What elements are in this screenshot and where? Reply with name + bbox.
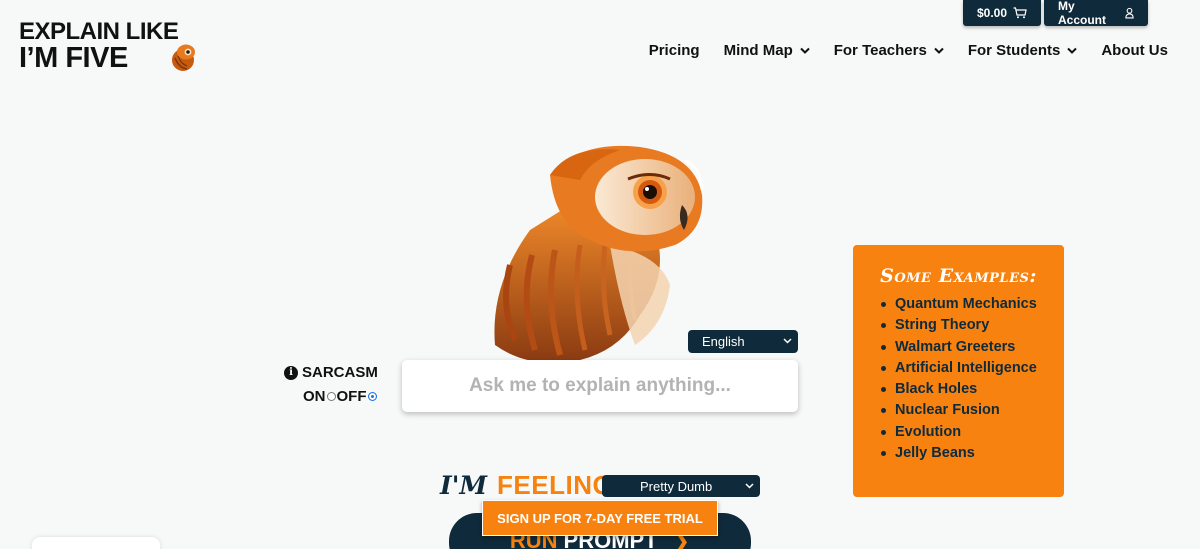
- example-item[interactable]: Evolution: [881, 422, 1048, 443]
- chevron-down-icon: [783, 338, 792, 344]
- chevron-down-icon: [1067, 47, 1078, 54]
- chevron-down-icon: [934, 47, 944, 54]
- cart-icon: [1013, 7, 1027, 19]
- info-icon[interactable]: i: [284, 365, 298, 380]
- example-item[interactable]: Black Holes: [881, 379, 1048, 400]
- sarcasm-on-label: ON: [303, 388, 326, 405]
- sarcasm-on-radio[interactable]: [326, 392, 336, 401]
- account-bar: $0.00 My Account: [963, 0, 1148, 27]
- signup-trial-button[interactable]: SIGN UP FOR 7-DAY FREE TRIAL: [482, 500, 718, 536]
- signup-label: SIGN UP FOR 7-DAY FREE TRIAL: [497, 510, 703, 526]
- owl-mascot-image: [494, 145, 704, 363]
- chevron-down-icon: [800, 47, 810, 54]
- examples-list: Quantum Mechanics String Theory Walmart …: [869, 294, 1048, 464]
- feeling-select[interactable]: Pretty Dumb: [602, 475, 760, 497]
- my-account-button[interactable]: My Account: [1044, 0, 1148, 27]
- nav-for-teachers-label: For Teachers: [833, 42, 927, 59]
- example-item[interactable]: Artificial Intelligence: [881, 358, 1048, 379]
- feeling-row: I'M FEELING: [440, 470, 613, 501]
- ask-placeholder: Ask me to explain anything...: [469, 375, 731, 396]
- language-select[interactable]: English: [688, 330, 798, 353]
- nav-pricing-label: Pricing: [648, 42, 700, 59]
- chevron-down-icon: [745, 483, 754, 489]
- nav-about-us[interactable]: About Us: [1101, 42, 1168, 59]
- main-nav: Pricing Mind Map For Teachers For Studen…: [649, 42, 1168, 59]
- sarcasm-off-label: OFF: [336, 388, 367, 405]
- example-item[interactable]: String Theory: [881, 315, 1048, 336]
- feeling-selected: Pretty Dumb: [640, 478, 713, 494]
- ask-input[interactable]: Ask me to explain anything...: [402, 360, 798, 412]
- logo-line-2: I’M FIVE: [19, 42, 128, 74]
- logo-line-1: EXPLAIN LIKE: [19, 18, 179, 45]
- owl-logo-icon: [172, 44, 195, 71]
- example-item[interactable]: Walmart Greeters: [881, 337, 1048, 358]
- example-item[interactable]: Quantum Mechanics: [881, 294, 1048, 315]
- site-logo[interactable]: EXPLAIN LIKE I’M FIVE: [19, 18, 195, 74]
- nav-about-us-label: About Us: [1101, 42, 1168, 59]
- example-item[interactable]: Nuclear Fusion: [881, 400, 1048, 421]
- feeling-label: FEELING: [497, 470, 614, 500]
- nav-for-students[interactable]: For Students: [968, 42, 1078, 59]
- nav-for-students-label: For Students: [967, 42, 1061, 59]
- cart-button[interactable]: $0.00: [963, 0, 1041, 26]
- sarcasm-label: SARCASM: [302, 364, 378, 381]
- sarcasm-toggle: i SARCASM ON OFF: [284, 364, 384, 405]
- cart-total: $0.00: [976, 6, 1008, 20]
- nav-for-teachers[interactable]: For Teachers: [834, 42, 944, 59]
- example-item[interactable]: Jelly Beans: [881, 443, 1048, 464]
- nav-mind-map[interactable]: Mind Map: [724, 42, 810, 59]
- sarcasm-off-radio[interactable]: [367, 392, 377, 401]
- user-icon: [1125, 7, 1134, 19]
- examples-panel: Some Examples: Quantum Mechanics String …: [853, 245, 1064, 497]
- nav-mind-map-label: Mind Map: [723, 42, 793, 59]
- language-selected: English: [702, 334, 745, 349]
- chat-widget[interactable]: [32, 537, 160, 549]
- my-account-label: My Account: [1058, 0, 1106, 27]
- feeling-prefix: I'M: [440, 471, 488, 500]
- examples-title: Some Examples:: [880, 265, 1037, 287]
- nav-pricing[interactable]: Pricing: [649, 42, 700, 59]
